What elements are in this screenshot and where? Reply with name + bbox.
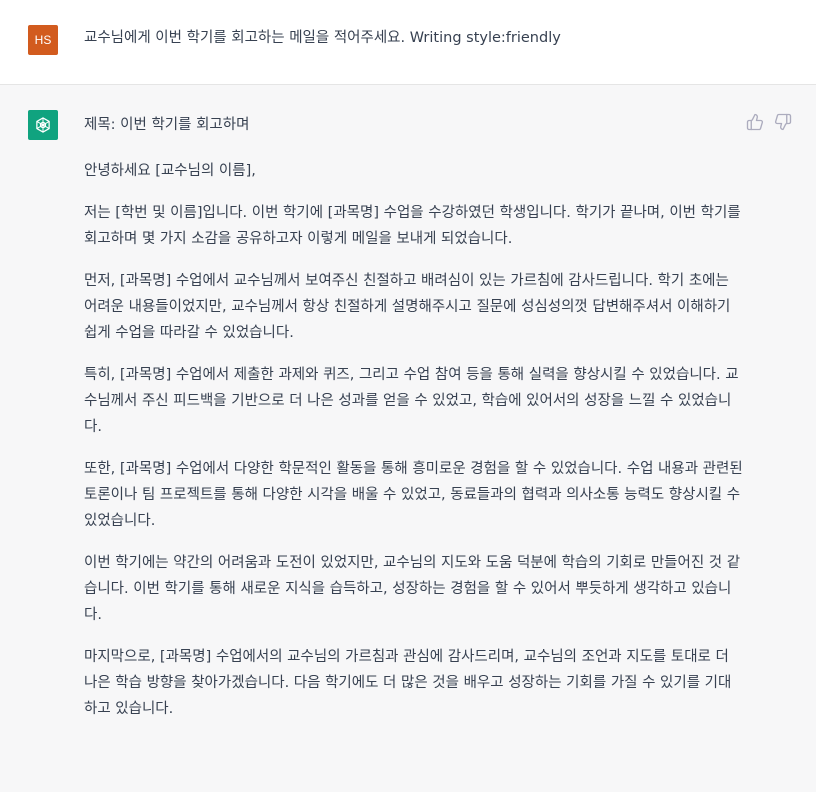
openai-logo-icon — [36, 117, 50, 133]
user-avatar: HS — [28, 25, 58, 55]
chat-thread: HS 교수님에게 이번 학기를 회고하는 메일을 적어주세요. Writing … — [0, 0, 816, 792]
user-message-row: HS 교수님에게 이번 학기를 회고하는 메일을 적어주세요. Writing … — [0, 0, 816, 85]
assistant-message-row: 제목: 이번 학기를 회고하며 안녕하세요 [교수님의 이름], 저는 [학번 … — [0, 85, 816, 792]
email-paragraph: 저는 [학번 및 이름]입니다. 이번 학기에 [과목명] 수업을 수강하였던 … — [84, 205, 741, 247]
email-paragraph: 이번 학기에는 약간의 어려움과 도전이 있었지만, 교수님의 지도와 도움 덕… — [84, 555, 741, 623]
thumbs-up-icon[interactable] — [746, 113, 764, 131]
email-subject: 제목: 이번 학기를 회고하며 — [84, 117, 250, 133]
feedback-buttons — [746, 113, 792, 131]
email-paragraph: 특히, [과목명] 수업에서 제출한 과제와 퀴즈, 그리고 수업 참여 등을 … — [84, 367, 739, 435]
email-paragraph: 먼저, [과목명] 수업에서 교수님께서 보여주신 친절하고 배려심이 있는 가… — [84, 273, 731, 341]
email-greeting: 안녕하세요 [교수님의 이름], — [84, 163, 256, 179]
assistant-message-content: 제목: 이번 학기를 회고하며 안녕하세요 [교수님의 이름], 저는 [학번 … — [84, 112, 744, 738]
assistant-avatar — [28, 110, 58, 140]
thumbs-down-icon[interactable] — [774, 113, 792, 131]
user-message-text: 교수님에게 이번 학기를 회고하는 메일을 적어주세요. Writing sty… — [84, 30, 561, 46]
email-paragraph: 마지막으로, [과목명] 수업에서의 교수님의 가르침과 관심에 감사드리며, … — [84, 649, 732, 717]
email-paragraph: 또한, [과목명] 수업에서 다양한 학문적인 활동을 통해 흥미로운 경험을 … — [84, 461, 743, 529]
